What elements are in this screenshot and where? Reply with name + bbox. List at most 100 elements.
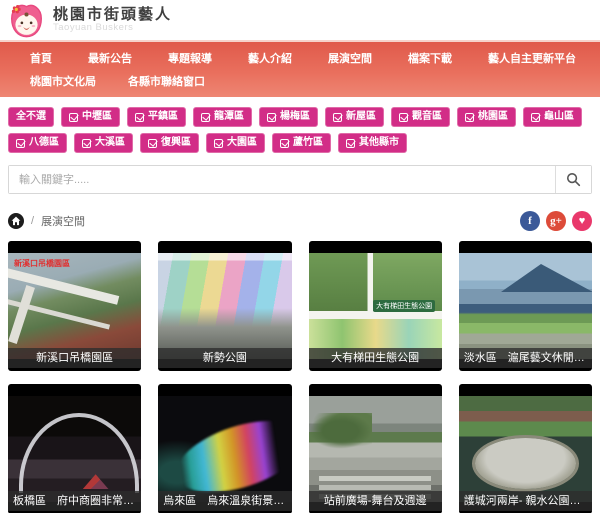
district-filter-button[interactable]: 觀音區 bbox=[391, 107, 450, 127]
district-filter-label: 新屋區 bbox=[346, 111, 376, 123]
checkbox-checked-icon bbox=[465, 113, 474, 122]
district-filter-label: 大園區 bbox=[227, 137, 257, 149]
venue-card[interactable]: 板橋區 府中商圈非常熱區... bbox=[8, 384, 141, 513]
venue-photo bbox=[309, 396, 442, 502]
breadcrumb-social-row: / 展演空間 f g+ ♥ bbox=[8, 211, 592, 231]
venue-photo: 新溪口吊橋園區 bbox=[8, 253, 141, 359]
district-filter-label: 龍潭區 bbox=[214, 111, 244, 123]
venue-caption: 新勢公園 bbox=[158, 348, 291, 368]
district-filter-label: 其他縣市 bbox=[359, 137, 399, 149]
district-filter-label: 中壢區 bbox=[82, 111, 112, 123]
district-filter-label: 復興區 bbox=[161, 137, 191, 149]
district-filter-label: 蘆竹區 bbox=[293, 137, 323, 149]
venue-card[interactable]: 烏來區 烏來溫泉街景觀平台 bbox=[158, 384, 291, 513]
venue-caption: 板橋區 府中商圈非常熱區... bbox=[8, 491, 141, 511]
site-logo-mascot-icon[interactable] bbox=[8, 2, 45, 39]
google-plus-share-button[interactable]: g+ bbox=[546, 211, 566, 231]
venue-caption: 烏來區 烏來溫泉街景觀平台 bbox=[158, 491, 291, 511]
nav-item[interactable]: 各縣市聯絡窗口 bbox=[128, 73, 205, 89]
district-filter-label: 楊梅區 bbox=[280, 111, 310, 123]
secondary-nav-row: 桃園市文化局 各縣市聯絡窗口 bbox=[30, 71, 600, 90]
district-filter-bar: 全不選 中壢區 平鎮區 龍潭區 楊梅區 新屋區 觀音區 桃園區 龜山區八德區 大溪區 復興區 大園區 蘆… bbox=[0, 97, 600, 153]
venue-card[interactable]: 淡水區 滬尾藝文休閒園區/... bbox=[459, 241, 592, 371]
site-header: 桃園市街頭藝人 Taoyuan Buskers bbox=[0, 0, 600, 42]
district-filter-label: 平鎮區 bbox=[148, 111, 178, 123]
venue-caption: 站前廣場-舞台及週邊 bbox=[309, 491, 442, 511]
district-filter-button[interactable]: 大園區 bbox=[206, 133, 265, 153]
favorite-share-button[interactable]: ♥ bbox=[572, 211, 592, 231]
search-button[interactable] bbox=[555, 166, 591, 193]
district-filter-button[interactable]: 中壢區 bbox=[61, 107, 120, 127]
site-subtitle: Taoyuan Buskers bbox=[53, 23, 172, 33]
checkbox-checked-icon bbox=[280, 139, 289, 148]
checkbox-checked-icon bbox=[399, 113, 408, 122]
breadcrumb-current: 展演空間 bbox=[41, 213, 85, 229]
nav-item[interactable]: 藝人介紹 bbox=[248, 50, 292, 66]
venue-photo bbox=[158, 253, 291, 359]
home-icon[interactable] bbox=[8, 213, 24, 229]
checkbox-checked-icon bbox=[69, 113, 78, 122]
checkbox-checked-icon bbox=[201, 113, 210, 122]
district-filter-label: 龜山區 bbox=[544, 111, 574, 123]
checkbox-checked-icon bbox=[214, 139, 223, 148]
district-filter-button[interactable]: 蘆竹區 bbox=[272, 133, 331, 153]
venue-card[interactable]: 新勢公園 bbox=[158, 241, 291, 371]
search-icon bbox=[566, 172, 581, 187]
photo-overlay-label: 新溪口吊橋園區 bbox=[14, 258, 70, 269]
venue-card[interactable]: 新溪口吊橋園區新溪口吊橋園區 bbox=[8, 241, 141, 371]
nav-item[interactable]: 首頁 bbox=[30, 50, 52, 66]
district-filter-button[interactable]: 桃園區 bbox=[457, 107, 516, 127]
nav-item[interactable]: 展演空間 bbox=[328, 50, 372, 66]
venue-photo bbox=[459, 253, 592, 359]
nav-item[interactable]: 最新公告 bbox=[88, 50, 132, 66]
venue-caption: 護城河兩岸- 親水公園圓形... bbox=[459, 491, 592, 511]
site-title: 桃園市街頭藝人 bbox=[53, 7, 172, 24]
search-input[interactable] bbox=[9, 166, 555, 193]
district-filter-button[interactable]: 龍潭區 bbox=[193, 107, 252, 127]
venue-photo bbox=[459, 396, 592, 502]
venue-card[interactable]: 大有梯田生態公園大有梯田生態公園 bbox=[309, 241, 442, 371]
district-filter-label: 桃園區 bbox=[478, 111, 508, 123]
checkbox-checked-icon bbox=[333, 113, 342, 122]
district-filter-button[interactable]: 龜山區 bbox=[523, 107, 582, 127]
district-filter-button[interactable]: 其他縣市 bbox=[338, 133, 407, 153]
venue-photo bbox=[158, 396, 291, 502]
venue-card-grid: 新溪口吊橋園區新溪口吊橋園區新勢公園大有梯田生態公園大有梯田生態公園淡水區 滬尾… bbox=[8, 241, 592, 513]
checkbox-checked-icon bbox=[531, 113, 540, 122]
checkbox-checked-icon bbox=[346, 139, 355, 148]
social-share-buttons: f g+ ♥ bbox=[520, 211, 592, 231]
venue-photo bbox=[8, 396, 141, 502]
district-filter-button[interactable]: 新屋區 bbox=[325, 107, 384, 127]
filter-clear-all-button[interactable]: 全不選 bbox=[8, 107, 54, 127]
checkbox-checked-icon bbox=[267, 113, 276, 122]
district-filter-label: 大溪區 bbox=[95, 137, 125, 149]
checkbox-checked-icon bbox=[135, 113, 144, 122]
checkbox-checked-icon bbox=[16, 139, 25, 148]
venue-caption: 新溪口吊橋園區 bbox=[8, 348, 141, 368]
district-filter-button[interactable]: 平鎮區 bbox=[127, 107, 186, 127]
district-filter-button[interactable]: 大溪區 bbox=[74, 133, 133, 153]
main-nav: 首頁 最新公告 專題報導 藝人介紹 展演空間 檔案下載 藝人自主更新平台 桃園市文化局 各縣市… bbox=[0, 42, 600, 97]
venue-caption: 大有梯田生態公園 bbox=[309, 348, 442, 368]
nav-item[interactable]: 檔案下載 bbox=[408, 50, 452, 66]
venue-card[interactable]: 護城河兩岸- 親水公園圓形... bbox=[459, 384, 592, 513]
nav-item[interactable]: 藝人自主更新平台 bbox=[488, 50, 576, 66]
venue-card[interactable]: 站前廣場-舞台及週邊 bbox=[309, 384, 442, 513]
checkbox-checked-icon bbox=[82, 139, 91, 148]
venue-photo: 大有梯田生態公園 bbox=[309, 253, 442, 359]
nav-item[interactable]: 桃園市文化局 bbox=[30, 73, 96, 89]
district-filter-label: 觀音區 bbox=[412, 111, 442, 123]
main-nav-row: 首頁 最新公告 專題報導 藝人介紹 展演空間 檔案下載 藝人自主更新平台 bbox=[30, 48, 600, 67]
breadcrumb: / 展演空間 bbox=[8, 213, 85, 229]
photo-overlay-label: 大有梯田生態公園 bbox=[373, 300, 435, 312]
checkbox-checked-icon bbox=[148, 139, 157, 148]
district-filter-button[interactable]: 復興區 bbox=[140, 133, 199, 153]
district-filter-button[interactable]: 八德區 bbox=[8, 133, 67, 153]
district-filter-label: 八德區 bbox=[29, 137, 59, 149]
search-bar bbox=[8, 165, 592, 194]
facebook-share-button[interactable]: f bbox=[520, 211, 540, 231]
nav-item[interactable]: 專題報導 bbox=[168, 50, 212, 66]
venue-caption: 淡水區 滬尾藝文休閒園區/... bbox=[459, 348, 592, 368]
breadcrumb-separator: / bbox=[31, 215, 34, 227]
district-filter-button[interactable]: 楊梅區 bbox=[259, 107, 318, 127]
